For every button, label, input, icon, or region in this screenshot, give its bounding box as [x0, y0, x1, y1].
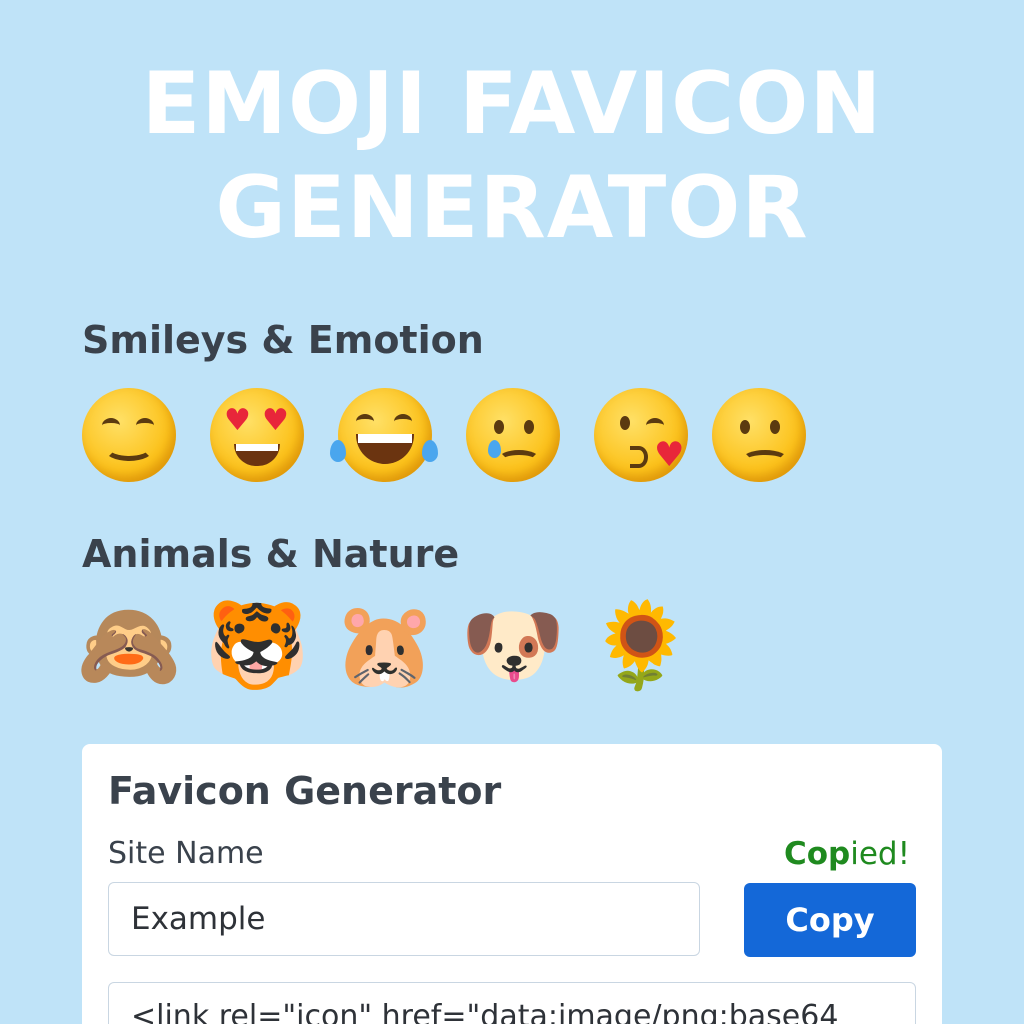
- page-title: EMOJI FAVICON GENERATOR: [0, 52, 1024, 260]
- hamster-face-icon[interactable]: 🐹: [330, 590, 440, 700]
- tears-of-joy-face-icon[interactable]: [330, 380, 440, 490]
- dog-face-icon[interactable]: 🐶: [458, 590, 568, 700]
- crying-face-icon[interactable]: [458, 380, 568, 490]
- smiling-face-icon[interactable]: [74, 380, 184, 490]
- site-name-input[interactable]: [108, 882, 700, 956]
- copied-status-bold: Cop: [783, 836, 851, 872]
- tiger-face-icon[interactable]: 🐯: [202, 590, 312, 700]
- card-title: Favicon Generator: [108, 769, 502, 813]
- frowning-face-icon[interactable]: [704, 380, 814, 490]
- category-heading-smileys: Smileys & Emotion: [82, 318, 484, 362]
- copied-status: Copied!: [784, 834, 910, 874]
- page-title-line-2: GENERATOR: [215, 158, 809, 258]
- heart-eyes-face-icon[interactable]: ♥ ♥: [202, 380, 312, 490]
- blowing-kiss-face-icon[interactable]: ♥: [586, 380, 696, 490]
- page-title-line-1: EMOJI FAVICON: [141, 54, 883, 154]
- category-heading-animals: Animals & Nature: [82, 532, 460, 576]
- copy-button[interactable]: Copy: [744, 883, 916, 957]
- favicon-generator-card: Favicon Generator Site Name Copied! Copy…: [82, 744, 942, 1024]
- copied-status-rest: ied!: [850, 836, 910, 872]
- favicon-code-snippet[interactable]: <link rel="icon" href="data:image/png;ba…: [108, 982, 916, 1024]
- site-name-label: Site Name: [108, 836, 264, 871]
- see-no-evil-monkey-icon[interactable]: 🙈: [74, 590, 184, 700]
- sunflower-icon[interactable]: 🌻: [586, 590, 696, 700]
